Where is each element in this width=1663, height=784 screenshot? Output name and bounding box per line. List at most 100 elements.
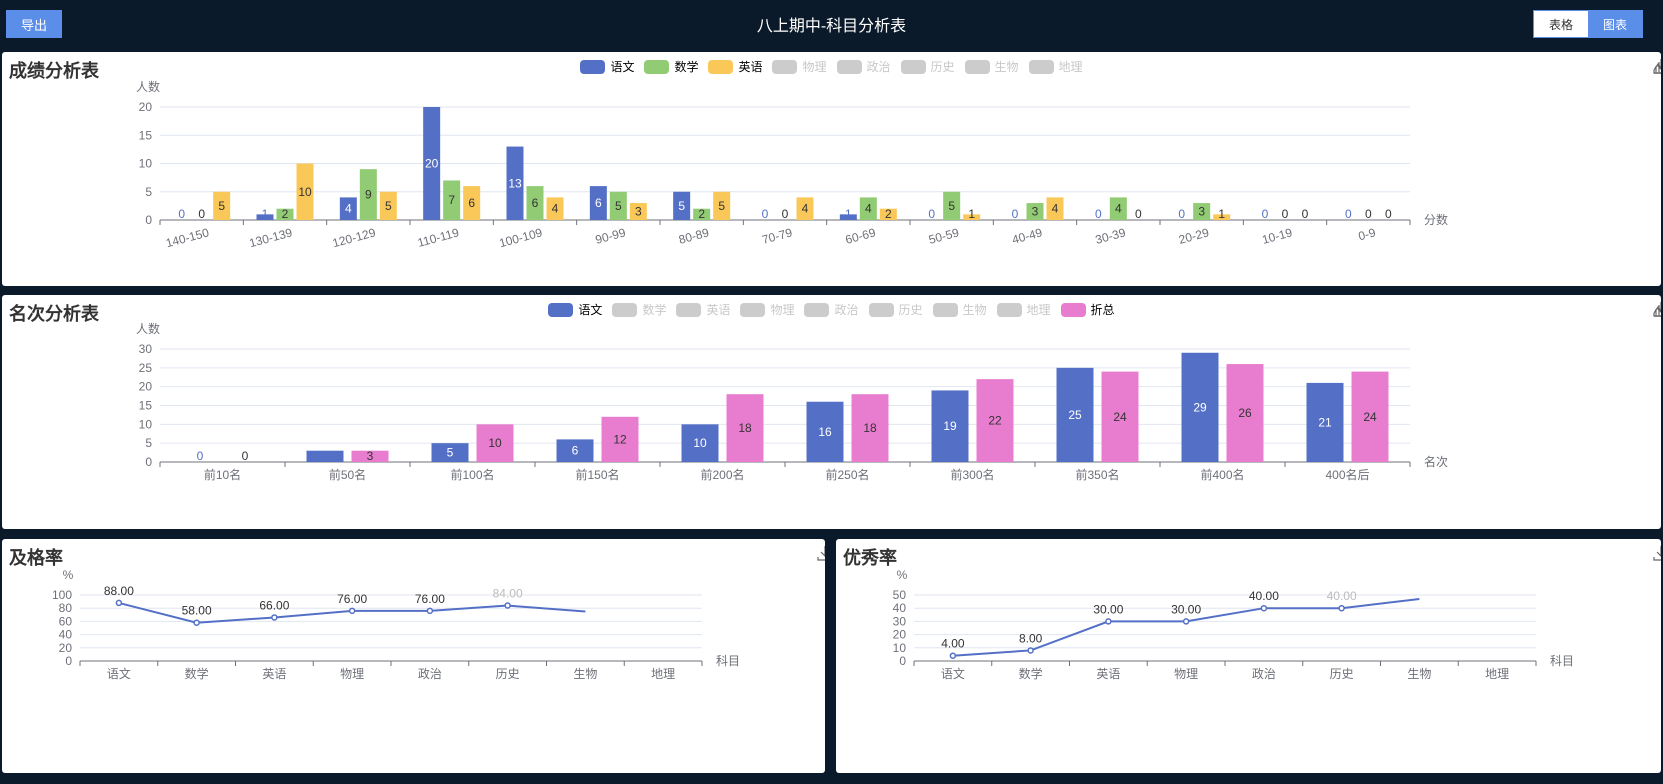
legend-item[interactable]: 折总 (1060, 301, 1115, 318)
x-tick-label: 140-150 (164, 225, 210, 250)
legend-swatch (1028, 59, 1054, 74)
y-tick-label: 80 (59, 601, 73, 615)
data-label: 0 (1302, 207, 1309, 221)
y-tick-label: 30 (139, 342, 153, 356)
legend-item[interactable]: 物理 (740, 301, 794, 318)
data-label: 88.00 (104, 584, 134, 598)
x-tick-label: 生物 (573, 667, 597, 681)
legend-label: 生物 (994, 60, 1019, 74)
pass-rate-panel: 0 20 40 60 80 100% 科目 语文 数学 英语 物理 政治 历史 生物 地理 88.00 58.0… (2, 539, 825, 773)
x-tick-label: 60-69 (844, 225, 878, 247)
top-bar: 导出 八上期中-科目分析表 表格 图表 (0, 0, 1663, 50)
data-point (504, 602, 511, 609)
data-label: 4 (865, 202, 872, 216)
y-tick-label: 0 (145, 213, 152, 227)
legend-item[interactable]: 英语 (708, 58, 762, 75)
data-label: 6 (468, 196, 475, 210)
legend-item[interactable]: 物理 (772, 58, 827, 75)
data-point (1105, 618, 1112, 625)
data-label: 0 (1282, 207, 1289, 221)
legend-swatch (548, 302, 574, 317)
excellent-rate-panel: 0 10 20 30 40 50% 科目 语文 数学 英语 物理 政治 历史 生物 地理 4.00 8.00 30… (836, 539, 1661, 773)
y-tick-label: 0 (65, 654, 72, 668)
legend-label: 政治 (834, 303, 859, 317)
table-view-button[interactable]: 表格 (1534, 11, 1588, 37)
y-tick-label: 40 (893, 601, 907, 615)
legend-item[interactable]: 政治 (836, 58, 891, 75)
legend-swatch (964, 59, 990, 74)
legend-item[interactable]: 数学 (612, 301, 666, 318)
x-tick-label: 70-79 (760, 225, 794, 247)
legend-label: 历史 (898, 303, 923, 317)
x-tick-label: 物理 (1174, 667, 1198, 681)
data-label: 0 (197, 449, 204, 463)
legend-item[interactable]: 英语 (676, 301, 730, 318)
legend-item[interactable]: 数学 (644, 58, 698, 75)
download-icon[interactable] (1653, 58, 1661, 74)
data-label: 0 (1135, 207, 1142, 221)
data-label: 3 (1032, 205, 1039, 219)
data-label: 6 (572, 444, 579, 458)
legend-item[interactable]: 地理 (996, 301, 1051, 318)
data-label: 6 (532, 196, 539, 210)
x-tick-label: 0-9 (1357, 225, 1378, 243)
legend-item[interactable]: 语文 (580, 58, 634, 75)
data-label: 0 (1345, 207, 1352, 221)
data-label: 30.00 (1093, 602, 1123, 616)
data-label: 4 (1115, 202, 1122, 216)
download-icon[interactable] (817, 545, 825, 561)
data-label: 5 (385, 199, 392, 213)
data-label: 5 (948, 199, 955, 213)
x-tick-label: 地理 (1485, 667, 1509, 681)
x-tick-label: 历史 (1330, 667, 1354, 681)
x-tick-label: 数学 (1019, 666, 1043, 681)
x-tick-label: 语文 (107, 666, 131, 681)
download-icon[interactable] (1653, 301, 1661, 317)
data-label: 0 (1095, 207, 1102, 221)
data-label: 4 (1052, 202, 1059, 216)
legend-label: 地理 (1058, 60, 1083, 74)
x-tick-label: 前400名 (1200, 467, 1244, 482)
data-label: 22 (988, 414, 1002, 428)
chart-view-button[interactable]: 图表 (1588, 11, 1642, 37)
legend-item[interactable]: 政治 (804, 301, 859, 318)
legend-swatch (868, 302, 894, 317)
data-label: 8.00 (1019, 631, 1043, 645)
download-icon[interactable] (1653, 545, 1661, 561)
legend-label: 数学 (642, 303, 667, 317)
excellent-rate-chart: 01020304050% 科目语文 数学 英语 物理 政治 历史 生物 地理 4.00 8.00 30… (893, 568, 1574, 681)
x-tick-label: 前300名 (950, 467, 994, 482)
legend-item[interactable]: 历史 (868, 301, 923, 318)
y-axis-label: 人数 (136, 79, 160, 94)
data-label: 26 (1238, 406, 1252, 420)
x-tick-label: 语文 (941, 666, 965, 681)
legend-item[interactable]: 地理 (1028, 58, 1083, 75)
x-tick-label: 前50名 (329, 467, 366, 482)
data-label: 25 (1068, 408, 1082, 422)
legend-item[interactable]: 语文 (548, 301, 602, 318)
data-label: 3 (322, 449, 329, 463)
score-analysis-panel: 0 5 10 15 20 人数 分数 140-150 0 0 5 130-139 1 2 10 120-129… (2, 52, 1661, 286)
data-label: 7 (448, 193, 455, 207)
legend-swatch (900, 59, 926, 74)
data-label: 29 (1193, 400, 1207, 414)
y-axis-label: % (897, 568, 908, 582)
x-tick-label: 90-99 (594, 225, 628, 247)
data-label: 5 (447, 446, 454, 460)
x-tick-label: 50-59 (927, 225, 961, 247)
data-label: 5 (678, 199, 685, 213)
y-tick-label: 15 (139, 399, 153, 413)
y-tick-label: 100 (52, 588, 72, 602)
legend-item[interactable]: 生物 (964, 58, 1019, 75)
legend-swatch (644, 59, 670, 74)
legend-item[interactable]: 生物 (932, 301, 987, 318)
data-label: 1 (262, 207, 269, 221)
x-tick-label: 政治 (1252, 667, 1276, 681)
view-toggle: 表格 图表 (1533, 10, 1643, 38)
y-tick-label: 10 (139, 157, 153, 171)
panel-title: 成绩分析表 (9, 61, 99, 81)
legend-item[interactable]: 历史 (900, 58, 955, 75)
legend-label: 历史 (930, 60, 955, 74)
data-label: 6 (595, 196, 602, 210)
rank-chart: 051015202530人数名次前10名0 0前50名3 3前100名510前150… (136, 321, 1448, 482)
